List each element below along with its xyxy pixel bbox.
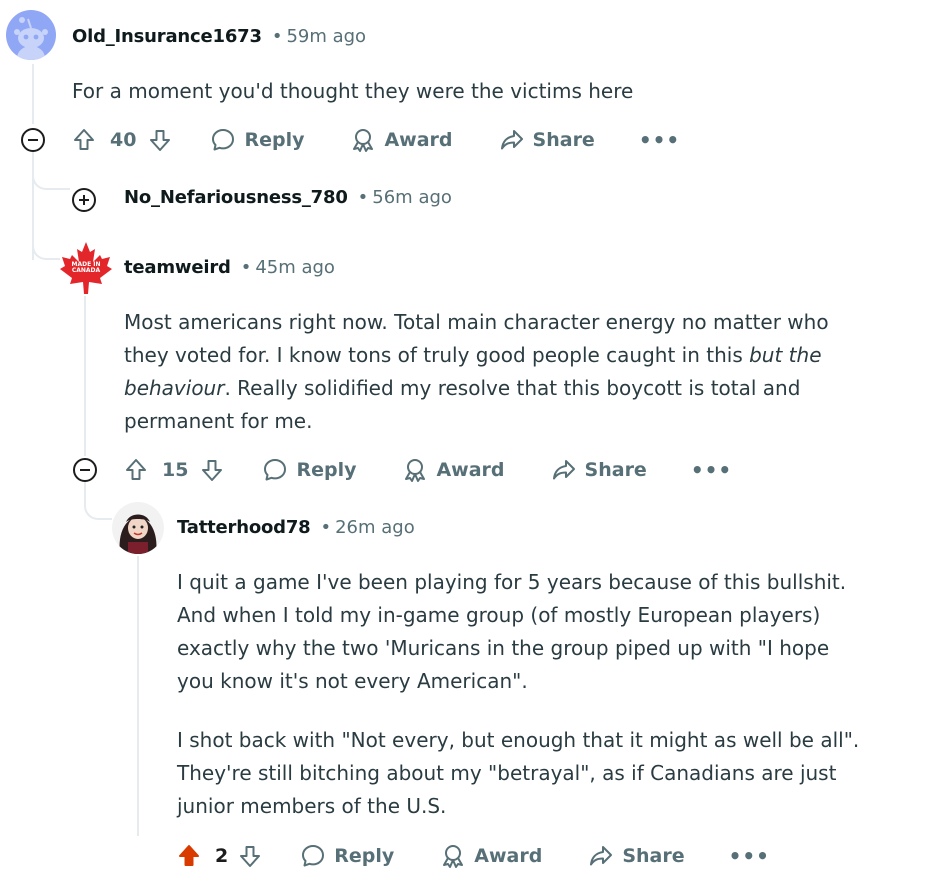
comment-paragraph: Most americans right now. Total main cha…: [124, 310, 829, 433]
share-button[interactable]: Share: [588, 843, 685, 869]
award-icon: [353, 129, 374, 152]
meta-separator: •: [320, 517, 332, 538]
comment-body: For a moment you'd thought they were the…: [72, 75, 912, 108]
award-button[interactable]: Award: [440, 843, 542, 869]
expand-thread-button[interactable]: [72, 188, 96, 212]
collapse-thread-button[interactable]: [73, 458, 97, 482]
action-bar: 40 Reply Award Share •••: [72, 126, 680, 154]
minus-icon: [28, 139, 38, 141]
share-icon: [552, 460, 575, 480]
thread-line: [32, 64, 34, 124]
timestamp[interactable]: 26m ago: [335, 517, 415, 538]
downvote-button[interactable]: [200, 458, 224, 482]
user-avatar-icon: [119, 514, 157, 554]
timestamp[interactable]: 45m ago: [255, 257, 335, 278]
comment-paragraph: I shot back with "Not every, but enough …: [177, 728, 860, 818]
upvote-icon: [126, 459, 146, 480]
award-label: Award: [436, 459, 505, 481]
timestamp[interactable]: 56m ago: [372, 187, 452, 208]
upvote-filled-icon: [179, 845, 199, 866]
more-options-button[interactable]: •••: [729, 844, 770, 868]
comment-header: No_Nefariousness_780 • 56m ago: [124, 187, 452, 208]
author-name[interactable]: Tatterhood78: [177, 517, 311, 538]
thread-line: [84, 296, 86, 456]
vote-count: 40: [110, 129, 137, 151]
downvote-icon: [202, 460, 223, 481]
share-label: Share: [584, 459, 647, 481]
meta-separator: •: [357, 187, 369, 208]
comment-body: I quit a game I've been playing for 5 ye…: [177, 566, 867, 823]
vote-count: 2: [215, 845, 229, 867]
share-button[interactable]: Share: [499, 127, 595, 153]
comment-header: teamweird • 45m ago: [124, 257, 335, 278]
upvote-icon: [74, 129, 94, 150]
award-icon: [443, 845, 464, 868]
avatar[interactable]: [112, 502, 164, 554]
upvote-button[interactable]: [177, 844, 201, 868]
share-button[interactable]: Share: [551, 457, 647, 483]
author-name[interactable]: No_Nefariousness_780: [124, 187, 348, 208]
award-icon: [405, 459, 426, 482]
comment-bubble-icon: [264, 459, 287, 481]
downvote-button[interactable]: [148, 128, 172, 152]
share-icon: [500, 130, 523, 150]
thread-line-curve: [32, 160, 70, 190]
share-label: Share: [622, 845, 685, 867]
share-label: Share: [532, 129, 595, 151]
thread-line: [137, 556, 139, 836]
reply-label: Reply: [334, 845, 395, 867]
meta-separator: •: [271, 26, 283, 47]
timestamp[interactable]: 59m ago: [286, 26, 366, 47]
avatar-badge-text: MADE IN CANADA: [71, 261, 101, 274]
comment-header: Tatterhood78 • 26m ago: [177, 517, 415, 538]
reply-label: Reply: [296, 459, 357, 481]
reply-button[interactable]: Reply: [262, 457, 356, 483]
award-label: Award: [384, 129, 453, 151]
comment-paragraph: I quit a game I've been playing for 5 ye…: [177, 570, 847, 693]
vote-count: 15: [162, 459, 189, 481]
snoo-avatar-icon: [14, 17, 48, 60]
reply-button[interactable]: Reply: [300, 843, 394, 869]
upvote-button[interactable]: [124, 458, 148, 482]
downvote-icon: [150, 130, 171, 151]
comment-body: Most americans right now. Total main cha…: [124, 306, 854, 438]
comment-paragraph: For a moment you'd thought they were the…: [72, 79, 634, 103]
thread-line-curve: [32, 230, 60, 260]
thread-line-curve: [84, 490, 112, 520]
downvote-button[interactable]: [238, 844, 262, 868]
author-name[interactable]: Old_Insurance1673: [72, 26, 262, 47]
more-options-button[interactable]: •••: [639, 128, 680, 152]
meta-separator: •: [240, 257, 252, 278]
reply-label: Reply: [244, 129, 305, 151]
comment-header: Old_Insurance1673 • 59m ago: [72, 26, 366, 47]
author-name[interactable]: teamweird: [124, 257, 231, 278]
minus-icon: [80, 469, 90, 471]
comment-bubble-icon: [212, 129, 235, 151]
downvote-icon: [240, 846, 261, 867]
share-icon: [590, 846, 613, 866]
collapse-thread-button[interactable]: [21, 128, 45, 152]
reply-button[interactable]: Reply: [210, 127, 304, 153]
more-options-button[interactable]: •••: [691, 458, 732, 482]
avatar[interactable]: MADE IN CANADA: [58, 240, 114, 296]
action-bar: 15 Reply Award Share •••: [124, 456, 732, 484]
upvote-button[interactable]: [72, 128, 96, 152]
action-bar: 2 Reply Award Share •••: [177, 842, 770, 870]
avatar[interactable]: [6, 10, 56, 60]
comment-bubble-icon: [302, 845, 325, 867]
award-button[interactable]: Award: [402, 457, 505, 483]
award-button[interactable]: Award: [350, 127, 453, 153]
award-label: Award: [474, 845, 543, 867]
